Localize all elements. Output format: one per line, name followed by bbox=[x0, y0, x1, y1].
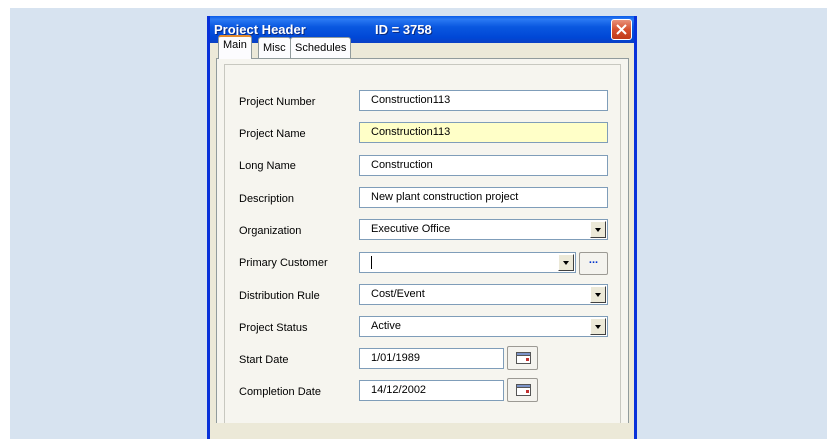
ellipsis-icon: ... bbox=[588, 254, 599, 266]
organization-select[interactable]: Executive Office bbox=[359, 219, 608, 240]
distribution-rule-label: Distribution Rule bbox=[239, 290, 320, 302]
project-number-value: Construction113 bbox=[371, 94, 451, 106]
project-status-dropdown-button[interactable] bbox=[590, 318, 606, 335]
close-icon bbox=[616, 24, 627, 35]
tab-label: Schedules bbox=[295, 42, 347, 54]
completion-date-label: Completion Date bbox=[239, 386, 321, 398]
distribution-rule-value: Cost/Event bbox=[371, 288, 425, 300]
project-status-value: Active bbox=[371, 320, 401, 332]
project-name-value: Construction113 bbox=[371, 126, 451, 138]
long-name-value: Construction bbox=[371, 159, 433, 171]
organization-value: Executive Office bbox=[371, 223, 451, 235]
project-status-label: Project Status bbox=[239, 322, 308, 334]
form-area bbox=[224, 64, 621, 423]
project-name-field[interactable]: Construction113 bbox=[359, 122, 608, 143]
organization-label: Organization bbox=[239, 225, 302, 237]
tab-main[interactable]: Main bbox=[218, 35, 252, 59]
tab-misc[interactable]: Misc bbox=[258, 37, 291, 58]
project-status-select[interactable]: Active bbox=[359, 316, 608, 337]
start-date-label: Start Date bbox=[239, 354, 289, 366]
primary-customer-browse-button[interactable]: ... bbox=[579, 252, 608, 275]
text-cursor bbox=[371, 256, 372, 269]
tab-label: Misc bbox=[263, 42, 286, 54]
calendar-icon bbox=[516, 384, 531, 396]
tab-label: Main bbox=[223, 39, 247, 51]
project-number-label: Project Number bbox=[239, 96, 316, 108]
distribution-rule-select[interactable]: Cost/Event bbox=[359, 284, 608, 305]
record-id: ID = 3758 bbox=[375, 22, 432, 37]
calendar-icon bbox=[516, 352, 531, 364]
tab-schedules[interactable]: Schedules bbox=[290, 37, 352, 58]
completion-date-field[interactable]: 14/12/2002 bbox=[359, 380, 504, 401]
distribution-rule-dropdown-button[interactable] bbox=[590, 286, 606, 303]
close-button[interactable] bbox=[611, 19, 632, 40]
completion-date-calendar-button[interactable] bbox=[507, 378, 538, 402]
description-label: Description bbox=[239, 193, 295, 205]
start-date-calendar-button[interactable] bbox=[507, 346, 538, 370]
primary-customer-dropdown-button[interactable] bbox=[558, 254, 574, 271]
completion-date-value: 14/12/2002 bbox=[371, 384, 427, 396]
organization-dropdown-button[interactable] bbox=[590, 221, 606, 238]
description-field[interactable]: New plant construction project bbox=[359, 187, 608, 208]
long-name-label: Long Name bbox=[239, 160, 296, 172]
project-number-field[interactable]: Construction113 bbox=[359, 90, 608, 111]
start-date-field[interactable]: 1/01/1989 bbox=[359, 348, 504, 369]
start-date-value: 1/01/1989 bbox=[371, 352, 420, 364]
description-value: New plant construction project bbox=[371, 191, 519, 203]
project-name-label: Project Name bbox=[239, 128, 306, 140]
long-name-field[interactable]: Construction bbox=[359, 155, 608, 176]
primary-customer-label: Primary Customer bbox=[239, 257, 328, 269]
primary-customer-select[interactable] bbox=[359, 252, 576, 273]
